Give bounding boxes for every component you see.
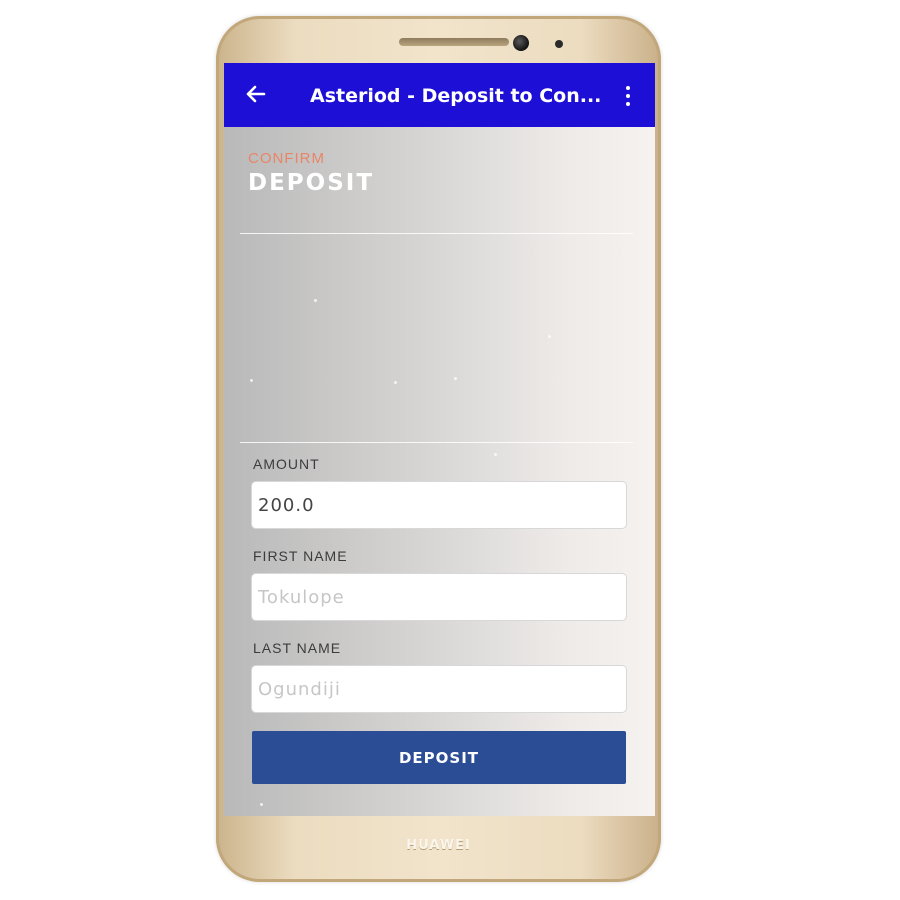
app-screen: Asteriod - Deposit to Con... CONFIRM DEP… xyxy=(224,63,655,816)
app-bar-title: Asteriod - Deposit to Con... xyxy=(310,85,602,107)
deposit-button[interactable]: DEPOSIT xyxy=(252,731,626,784)
last-name-input[interactable] xyxy=(252,666,626,712)
first-name-input[interactable] xyxy=(252,574,626,620)
divider-top xyxy=(240,233,633,234)
background-speck xyxy=(260,803,263,806)
app-bar: Asteriod - Deposit to Con... xyxy=(224,63,655,127)
background-speck xyxy=(548,335,551,338)
page-title: DEPOSIT xyxy=(248,170,375,196)
more-vertical-icon[interactable] xyxy=(620,83,636,109)
divider-bottom xyxy=(240,442,633,443)
amount-label: AMOUNT xyxy=(253,456,320,472)
background-speck xyxy=(454,377,457,380)
background-speck xyxy=(494,453,497,456)
arrow-left-icon[interactable] xyxy=(244,79,268,109)
last-name-label: LAST NAME xyxy=(253,640,342,656)
front-camera-icon xyxy=(513,35,529,51)
amount-input[interactable] xyxy=(252,482,626,528)
device-brand-logo: HUAWEI xyxy=(406,838,471,853)
first-name-label: FIRST NAME xyxy=(253,548,348,564)
background-speck xyxy=(394,381,397,384)
background-speck xyxy=(250,379,253,382)
proximity-sensor xyxy=(555,40,563,48)
background-speck xyxy=(314,299,317,302)
earpiece-speaker xyxy=(399,38,509,46)
confirm-label: CONFIRM xyxy=(248,150,325,167)
